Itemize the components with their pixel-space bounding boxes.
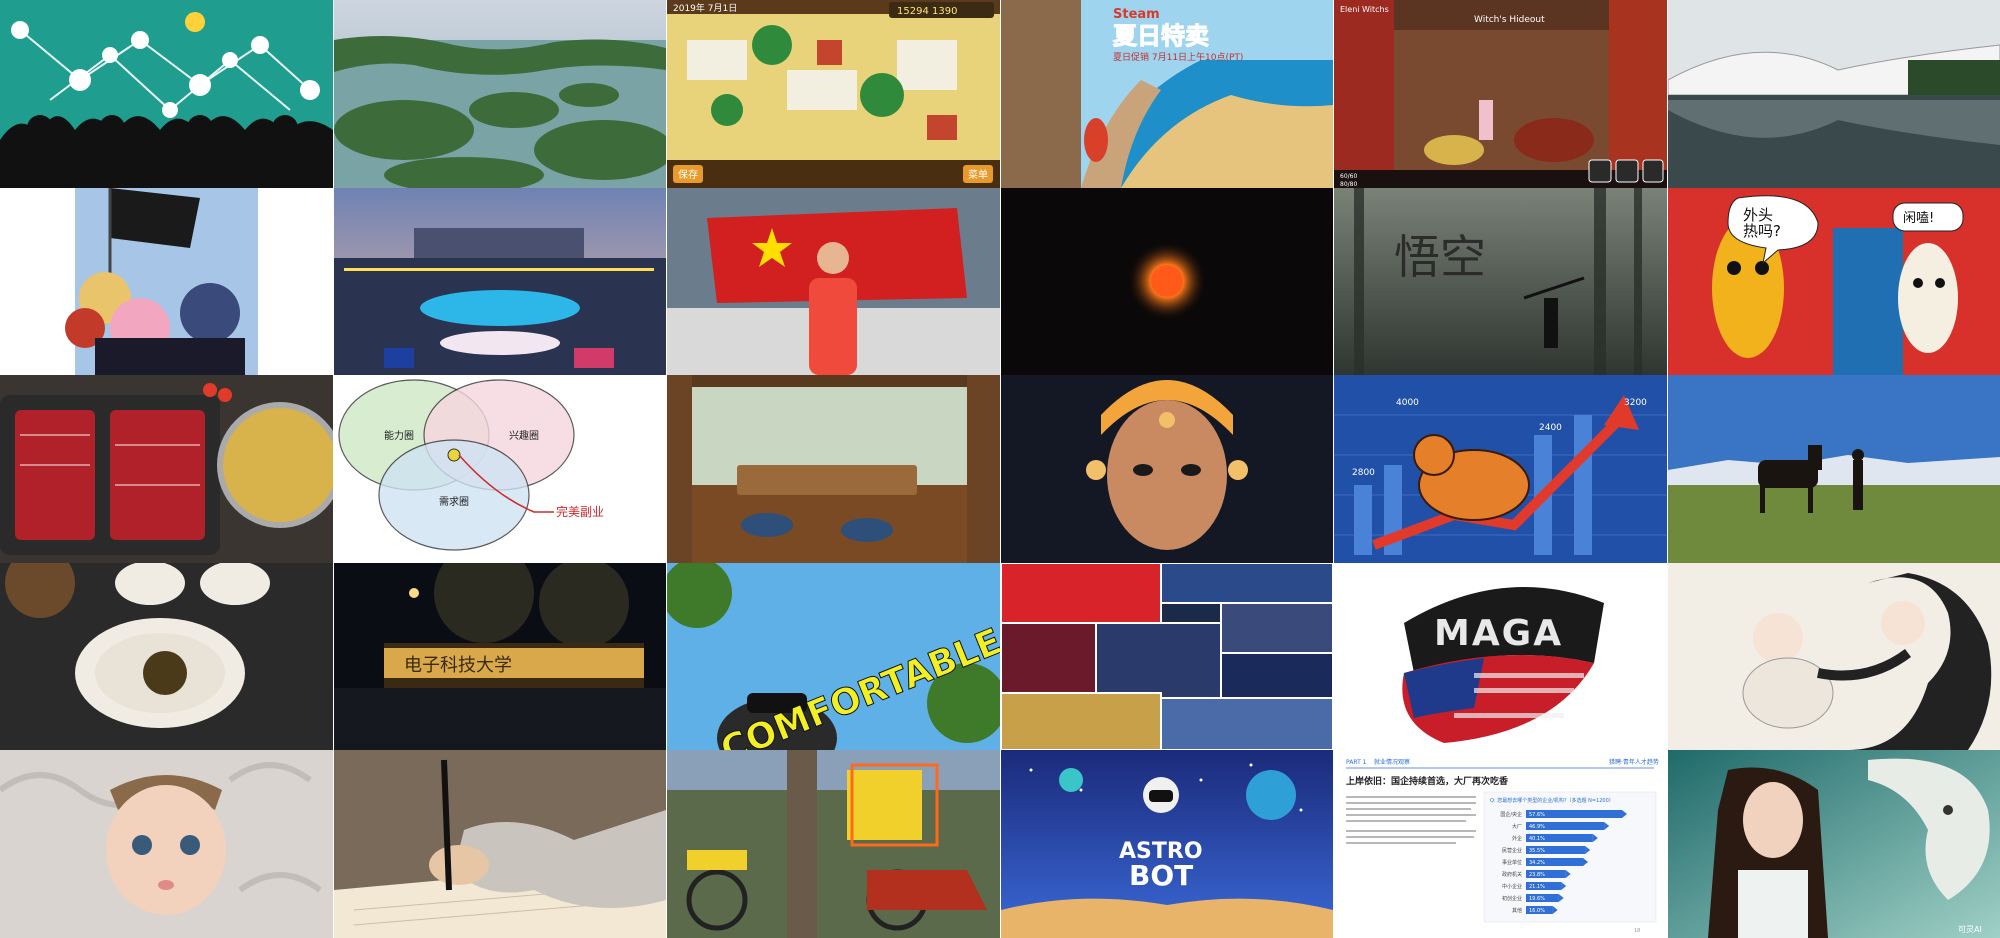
bull-value-label-3: 2400 bbox=[1539, 423, 1562, 433]
wukong-foggy-forest-artwork[interactable]: 悟空 bbox=[1334, 188, 1667, 375]
bar-category-label: 事业单位 bbox=[1502, 859, 1522, 866]
venn-label-demand: 需求圈 bbox=[439, 496, 469, 508]
hp-text-1: 60/60 bbox=[1340, 173, 1357, 180]
menu-button-label: 菜单 bbox=[968, 169, 988, 181]
venn-diagram[interactable]: 能力圈 兴趣圈 需求圈 完美副业 bbox=[334, 375, 666, 563]
comfortable-selfie-photo[interactable]: COMFORTABLE bbox=[667, 563, 1000, 750]
bar-value-label: 19.6% bbox=[1529, 896, 1545, 902]
venn-label-interest: 兴趣圈 bbox=[509, 429, 539, 442]
bar-value-label: 46.9% bbox=[1529, 824, 1545, 830]
slide-question: Q: 您最想去哪个类型的企业/机构?（多选题 N=1200） bbox=[1490, 797, 1614, 804]
bar-category-label: 政府机关 bbox=[1502, 871, 1522, 878]
corn-characters-illustration[interactable]: 外头热吗? 闲嗑! bbox=[1668, 188, 2000, 375]
image-collage-grid: 2019年 7月1日 15294 1390 保存 菜单 Steam 夏日特卖 夏… bbox=[0, 0, 2000, 938]
slide-section-label: 就业情况观察 bbox=[1374, 758, 1410, 766]
anime-girls-flag-illustration[interactable] bbox=[0, 188, 333, 375]
network-silhouettes-illustration[interactable] bbox=[0, 0, 333, 188]
bar-value-label: 34.2% bbox=[1529, 860, 1545, 866]
bar-value-label: 16.0% bbox=[1529, 908, 1545, 914]
bar-value-label: 21.1% bbox=[1529, 884, 1545, 890]
tea-bowl-closeup-photo[interactable] bbox=[0, 563, 333, 750]
witch-hideout-game-screenshot[interactable]: Eleni Witchs Witch's Hideout 60/60 80/80 bbox=[1334, 0, 1667, 188]
steam-brand-text: Steam bbox=[1113, 7, 1160, 22]
hat-text: MAGA bbox=[1434, 613, 1563, 654]
horse-grassland-photo[interactable] bbox=[1668, 375, 2000, 563]
hotpot-meat-platters-photo[interactable] bbox=[0, 375, 333, 563]
bar-category-label: 其他 bbox=[1512, 907, 1522, 914]
bar-value-label: 40.1% bbox=[1529, 836, 1545, 842]
save-button-label: 保存 bbox=[678, 168, 698, 181]
sale-date-text: 夏日促销 7月11日上午10点(PT) bbox=[1113, 51, 1243, 63]
bull-value-label-4: 2800 bbox=[1352, 468, 1375, 478]
bar-value-label: 35.5% bbox=[1529, 848, 1545, 854]
athlete-with-flag-photo[interactable] bbox=[667, 188, 1000, 375]
venn-label-ability: 能力圈 bbox=[384, 429, 414, 442]
bull-value-label-1: 4000 bbox=[1396, 398, 1419, 408]
hp-text-2: 80/80 bbox=[1340, 181, 1357, 188]
cyborg-portrait-art[interactable] bbox=[1001, 375, 1333, 563]
bicycle-yellow-box-photo[interactable] bbox=[667, 750, 1000, 938]
modern-building-reflection-photo[interactable] bbox=[1668, 0, 2000, 188]
baby-portrait-art[interactable] bbox=[0, 750, 333, 938]
player-name-text: Eleni Witchs bbox=[1340, 5, 1389, 14]
girl-and-dragon-art[interactable]: 可灵AI bbox=[1668, 750, 2000, 938]
steam-summer-sale-banner[interactable]: Steam 夏日特卖 夏日促销 7月11日上午10点(PT) bbox=[1001, 0, 1333, 188]
location-title-text: Witch's Hideout bbox=[1474, 15, 1545, 25]
action-button-2[interactable] bbox=[1615, 159, 1639, 183]
bar-category-label: 大厂 bbox=[1512, 823, 1522, 830]
bar-category-label: 民营企业 bbox=[1502, 847, 1522, 854]
bull-market-chart-illustration[interactable]: 4000 3200 2400 2800 bbox=[1334, 375, 1667, 563]
game-money-text: 15294 1390 bbox=[897, 6, 957, 17]
slide-page-number: 18 bbox=[1634, 928, 1640, 934]
bar-category-label: 初创企业 bbox=[1502, 895, 1522, 902]
slide-brand-label: 猎聘·青年人才趋势 bbox=[1609, 758, 1659, 766]
bar-category-label: 国企/央企 bbox=[1500, 811, 1522, 818]
watermark-text: 可灵AI bbox=[1958, 925, 1982, 934]
wukong-calligraphy-text: 悟空 bbox=[1394, 230, 1486, 284]
glowing-orb-dark-photo[interactable] bbox=[1001, 188, 1333, 375]
right-speech-bubble-text: 闲嗑! bbox=[1903, 211, 1934, 226]
esports-collage-photo[interactable] bbox=[1001, 563, 1333, 750]
astro-bot-game-art[interactable]: ASTRO BOT bbox=[1001, 750, 1333, 938]
venn-callout-text: 完美副业 bbox=[556, 504, 604, 519]
action-button-1[interactable] bbox=[1588, 159, 1612, 183]
astro-title-line2: BOT bbox=[1129, 859, 1193, 892]
bar-value-label: 57.6% bbox=[1529, 812, 1545, 818]
aerial-lake-islands-photo[interactable] bbox=[334, 0, 666, 188]
pixel-park-game-screenshot[interactable]: 2019年 7月1日 15294 1390 保存 菜单 bbox=[667, 0, 1000, 188]
university-sign-text: 电子科技大学 bbox=[404, 655, 512, 676]
tearoom-interior-photo[interactable] bbox=[667, 375, 1000, 563]
bull-value-label-2: 3200 bbox=[1624, 398, 1647, 408]
university-gate-night-photo[interactable]: 电子科技大学 bbox=[334, 563, 666, 750]
bar-value-label: 23.8% bbox=[1529, 872, 1545, 878]
report-slide-bar-chart[interactable]: PART 1 就业情况观察 猎聘·青年人才趋势 上岸依旧：国企持续首选，大厂再次… bbox=[1334, 750, 1667, 938]
stadium-ceremony-photo[interactable] bbox=[334, 188, 666, 375]
maga-rhinestone-visor-photo[interactable]: MAGA bbox=[1334, 563, 1667, 750]
slide-title: 上岸依旧：国企持续首选，大厂再次吃香 bbox=[1346, 775, 1509, 787]
bar-category-label: 中小企业 bbox=[1502, 883, 1522, 890]
ink-mother-baby-painting[interactable] bbox=[1668, 563, 2000, 750]
handwriting-notebook-photo[interactable] bbox=[334, 750, 666, 938]
bar-category-label: 外企 bbox=[1512, 835, 1522, 842]
slide-part-label: PART 1 bbox=[1346, 759, 1367, 766]
action-button-3[interactable] bbox=[1642, 159, 1664, 183]
game-date-text: 2019年 7月1日 bbox=[673, 2, 737, 14]
sale-title-text: 夏日特卖 bbox=[1113, 22, 1209, 50]
